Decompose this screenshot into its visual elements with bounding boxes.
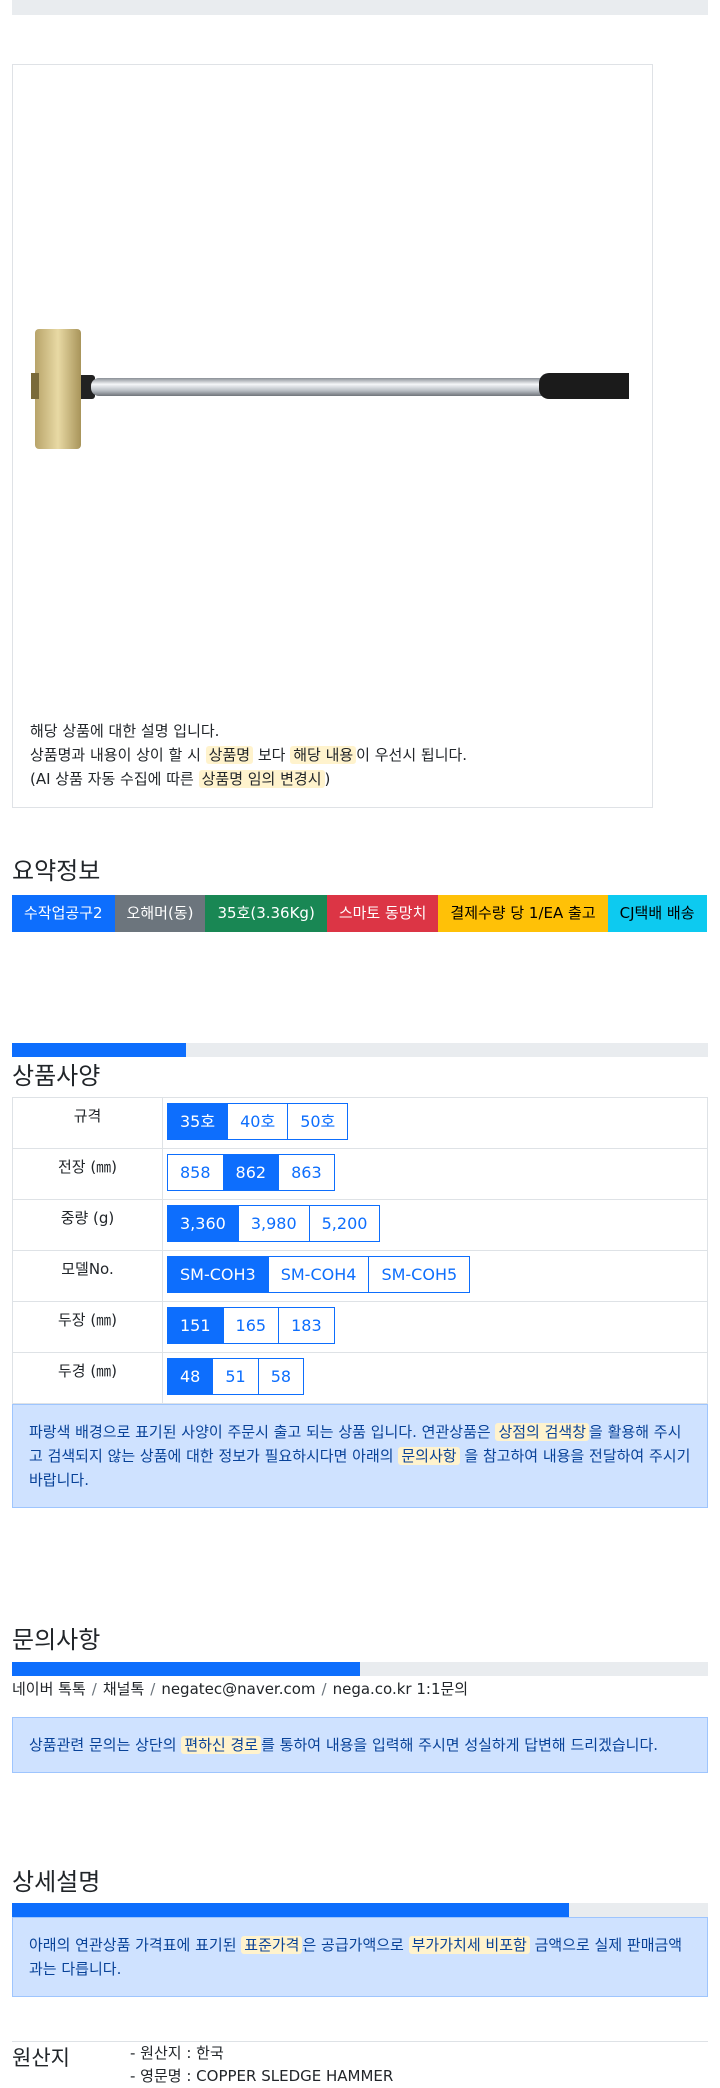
spec-row: 중량 (g) 3,360 3,980 5,200 xyxy=(12,1199,708,1251)
email-link[interactable]: negatec@naver.com xyxy=(161,1680,315,1698)
spec-option-button[interactable]: 3,980 xyxy=(237,1205,310,1242)
spec-options: 35호 40호 50호 xyxy=(162,1097,708,1149)
spec-option-button[interactable]: 48 xyxy=(167,1358,214,1395)
detail-title: 상세설명 xyxy=(12,1868,101,1896)
naver-talk-link[interactable]: 네이버 톡톡 xyxy=(12,1680,86,1698)
hammer-image xyxy=(31,329,629,449)
spec-options: 48 51 58 xyxy=(162,1352,708,1404)
description-line: 상품명과 내용이 상이 할 시 상품명 보다 해당 내용 이 우선시 됩니다. xyxy=(30,746,468,764)
spec-options: SM-COH3 SM-COH4 SM-COH5 xyxy=(162,1250,708,1302)
summary-badges: 수작업공구2 오해머(동) 35호(3.36Kg) 스마토 동망치 결제수량 당 1/E… xyxy=(12,895,708,932)
size-badge: 35호(3.36Kg) xyxy=(205,895,327,932)
spec-notice: 파랑색 배경으로 표기된 사양이 주문시 출고 되는 상품 입니다. 연관상품은… xyxy=(12,1404,708,1508)
spec-options: 3,360 3,980 5,200 xyxy=(162,1199,708,1251)
spec-label: 두경 (㎜) xyxy=(12,1352,163,1404)
spec-option-button[interactable]: 50호 xyxy=(287,1103,349,1140)
spec-option-button[interactable]: 151 xyxy=(167,1307,224,1344)
brand-badge: 스마토 동망치 xyxy=(326,895,439,932)
highlight-text: 상품명 임의 변경시 xyxy=(198,770,325,788)
summary-title: 요약정보 xyxy=(12,857,101,885)
spec-label: 두장 (㎜) xyxy=(12,1301,163,1353)
detail-progress xyxy=(12,1903,708,1917)
inquiry-title: 문의사항 xyxy=(12,1626,101,1654)
contact-links: 네이버 톡톡 / 채널톡 / negatec@naver.com / nega.co.kr … xyxy=(12,1680,469,1698)
origin-country: - 원산지 : 한국 xyxy=(130,2044,224,2062)
spec-option-button[interactable]: 863 xyxy=(278,1154,335,1191)
spec-option-button[interactable]: 35호 xyxy=(167,1103,229,1140)
spec-label: 전장 (㎜) xyxy=(12,1148,163,1200)
spec-row: 두경 (㎜) 48 51 58 xyxy=(12,1352,708,1404)
description-line: 해당 상품에 대한 설명 입니다. xyxy=(30,722,220,740)
spec-option-button[interactable]: 58 xyxy=(257,1358,305,1395)
category-badge: 수작업공구2 xyxy=(12,895,115,932)
spec-option-button[interactable]: 40호 xyxy=(227,1103,289,1140)
spec-label: 규격 xyxy=(12,1097,163,1149)
highlight-text: 해당 내용 xyxy=(290,746,357,764)
spec-title: 상품사양 xyxy=(12,1062,101,1090)
spec-row: 모델No. SM-COH3 SM-COH4 SM-COH5 xyxy=(12,1250,708,1302)
website-inquiry-link[interactable]: nega.co.kr 1:1문의 xyxy=(333,1680,469,1698)
spec-options: 151 165 183 xyxy=(162,1301,708,1353)
spec-option-button[interactable]: 858 xyxy=(167,1154,224,1191)
description-line: (AI 상품 자동 수집에 따른 상품명 임의 변경시) xyxy=(30,770,331,788)
spec-row: 전장 (㎜) 858 862 863 xyxy=(12,1148,708,1200)
channel-talk-link[interactable]: 채널톡 xyxy=(103,1680,144,1698)
detail-notice: 아래의 연관상품 가격표에 표기된 표준가격 은 공급가액으로 부가가치세 비포함… xyxy=(12,1917,708,1997)
highlight-text: 표준가격 xyxy=(241,1936,303,1954)
spec-row: 규격 35호 40호 50호 xyxy=(12,1097,708,1149)
highlight-text: 상점의 검색창 xyxy=(495,1423,590,1441)
spec-option-button[interactable]: 51 xyxy=(212,1358,259,1395)
spec-option-button[interactable]: SM-COH4 xyxy=(267,1256,370,1293)
top-progress-bar xyxy=(12,0,708,15)
spec-option-button[interactable]: 5,200 xyxy=(308,1205,381,1242)
spec-option-button[interactable]: 862 xyxy=(222,1154,280,1191)
spec-row: 두장 (㎜) 151 165 183 xyxy=(12,1301,708,1353)
product-description: 해당 상품에 대한 설명 입니다. 상품명과 내용이 상이 할 시 상품명 보다… xyxy=(30,719,467,791)
inquiry-notice: 상품관련 문의는 상단의 편하신 경로 를 통하여 내용을 입력해 주시면 성실하… xyxy=(12,1717,708,1773)
spec-option-button[interactable]: 3,360 xyxy=(167,1205,239,1242)
origin-label: 원산지 xyxy=(12,2046,70,2070)
spec-option-button[interactable]: SM-COH5 xyxy=(368,1256,471,1293)
spec-table: 규격 35호 40호 50호 전장 (㎜) 858 862 863 중량 (g) 3,360 3,9… xyxy=(12,1097,708,1404)
inquiry-progress xyxy=(12,1662,708,1676)
spec-option-button[interactable]: SM-COH3 xyxy=(167,1256,269,1293)
type-badge: 오해머(동) xyxy=(114,895,206,932)
spec-options: 858 862 863 xyxy=(162,1148,708,1200)
spec-option-button[interactable]: 165 xyxy=(222,1307,280,1344)
highlight-text: 상품명 xyxy=(205,746,254,764)
quantity-badge: 결제수량 당 1/EA 출고 xyxy=(438,895,608,932)
shipping-badge: CJ택배 배송 xyxy=(607,895,707,932)
spec-label: 중량 (g) xyxy=(12,1199,163,1251)
spec-label: 모델No. xyxy=(12,1250,163,1302)
origin-english-name: - 영문명 : COPPER SLEDGE HAMMER xyxy=(130,2067,394,2085)
highlight-text: 부가가치세 비포함 xyxy=(408,1936,530,1954)
spec-progress xyxy=(12,1043,708,1057)
spec-option-button[interactable]: 183 xyxy=(278,1307,335,1344)
highlight-text: 편하신 경로 xyxy=(181,1736,262,1754)
highlight-text: 문의사항 xyxy=(398,1447,460,1465)
product-card: 해당 상품에 대한 설명 입니다. 상품명과 내용이 상이 할 시 상품명 보다… xyxy=(12,64,653,808)
origin-info: - 원산지 : 한국 - 영문명 : COPPER SLEDGE HAMMER xyxy=(130,2042,393,2088)
